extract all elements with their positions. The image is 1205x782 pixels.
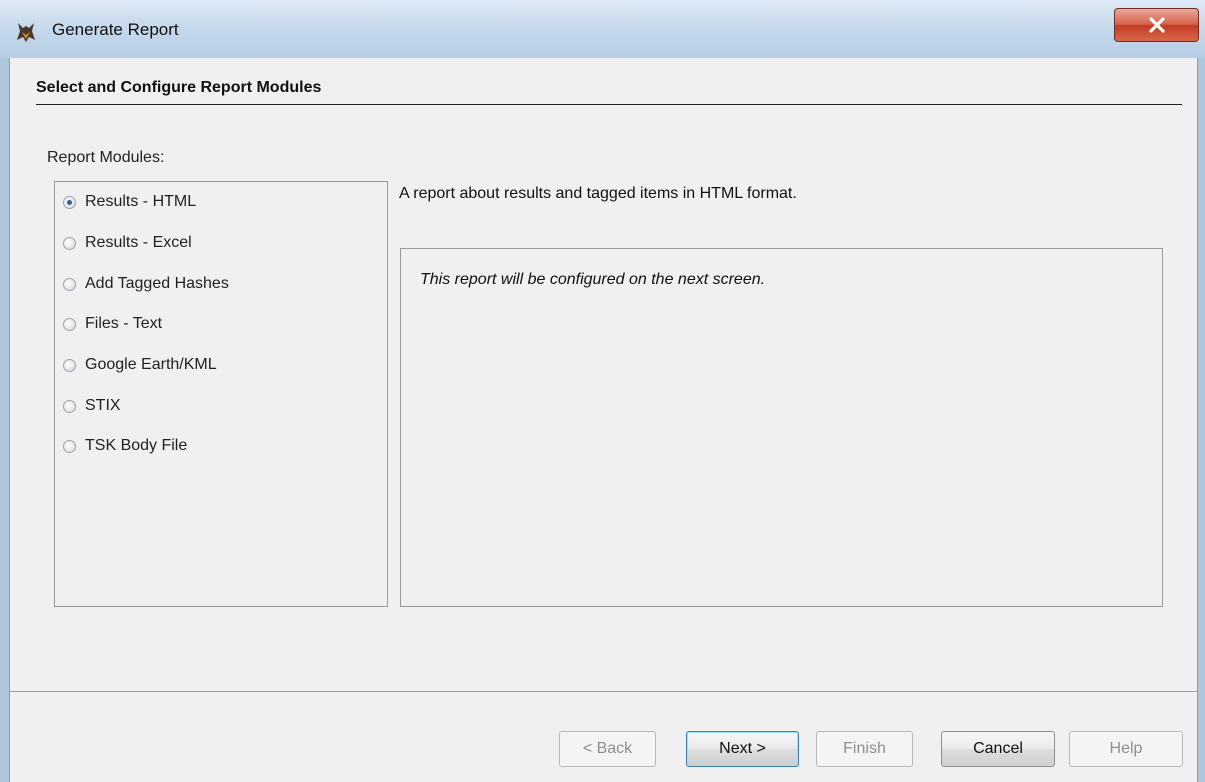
module-label: Google Earth/KML (85, 356, 217, 373)
module-description: A report about results and tagged items … (399, 185, 797, 202)
radio-unselected-icon[interactable] (63, 277, 76, 291)
radio-unselected-icon[interactable] (63, 439, 76, 453)
module-label: Results - Excel (85, 234, 192, 251)
module-label: Files - Text (85, 315, 163, 332)
next-button[interactable]: Next > (686, 731, 799, 767)
module-add-tagged-hashes[interactable]: Add Tagged Hashes (63, 271, 229, 297)
config-note: This report will be configured on the ne… (420, 271, 766, 288)
module-files-text[interactable]: Files - Text (63, 311, 162, 337)
radio-unselected-icon[interactable] (63, 358, 76, 372)
app-icon (14, 20, 38, 44)
module-label: Results - HTML (85, 193, 197, 210)
module-tsk-body-file[interactable]: TSK Body File (63, 433, 187, 459)
module-label: STIX (85, 397, 121, 414)
back-button[interactable]: < Back (559, 731, 656, 767)
radio-selected-icon[interactable] (63, 195, 76, 209)
title-bar[interactable]: Generate Report (0, 0, 1205, 58)
radio-unselected-icon[interactable] (63, 399, 76, 413)
window-title: Generate Report (52, 20, 179, 39)
module-label: Add Tagged Hashes (85, 275, 229, 292)
finish-button[interactable]: Finish (816, 731, 913, 767)
heading-divider (36, 104, 1182, 105)
module-stix[interactable]: STIX (63, 393, 121, 419)
report-modules-label: Report Modules: (47, 149, 165, 166)
module-results-excel[interactable]: Results - Excel (63, 230, 192, 256)
module-config-panel: This report will be configured on the ne… (400, 248, 1163, 607)
module-google-earth-kml[interactable]: Google Earth/KML (63, 352, 217, 378)
help-button[interactable]: Help (1069, 731, 1183, 767)
close-icon (1149, 17, 1165, 33)
footer-divider (10, 691, 1197, 692)
report-modules-list: Results - HTML Results - Excel Add Tagge… (54, 181, 388, 607)
cancel-button[interactable]: Cancel (941, 731, 1055, 767)
module-results-html[interactable]: Results - HTML (63, 189, 196, 215)
radio-unselected-icon[interactable] (63, 317, 76, 331)
page-title: Select and Configure Report Modules (36, 79, 322, 96)
generate-report-window: Generate Report Select and Configure Rep… (0, 0, 1205, 782)
module-label: TSK Body File (85, 437, 188, 454)
dialog-content: Select and Configure Report Modules Repo… (9, 58, 1198, 782)
radio-unselected-icon[interactable] (63, 236, 76, 250)
close-button[interactable] (1114, 8, 1199, 42)
